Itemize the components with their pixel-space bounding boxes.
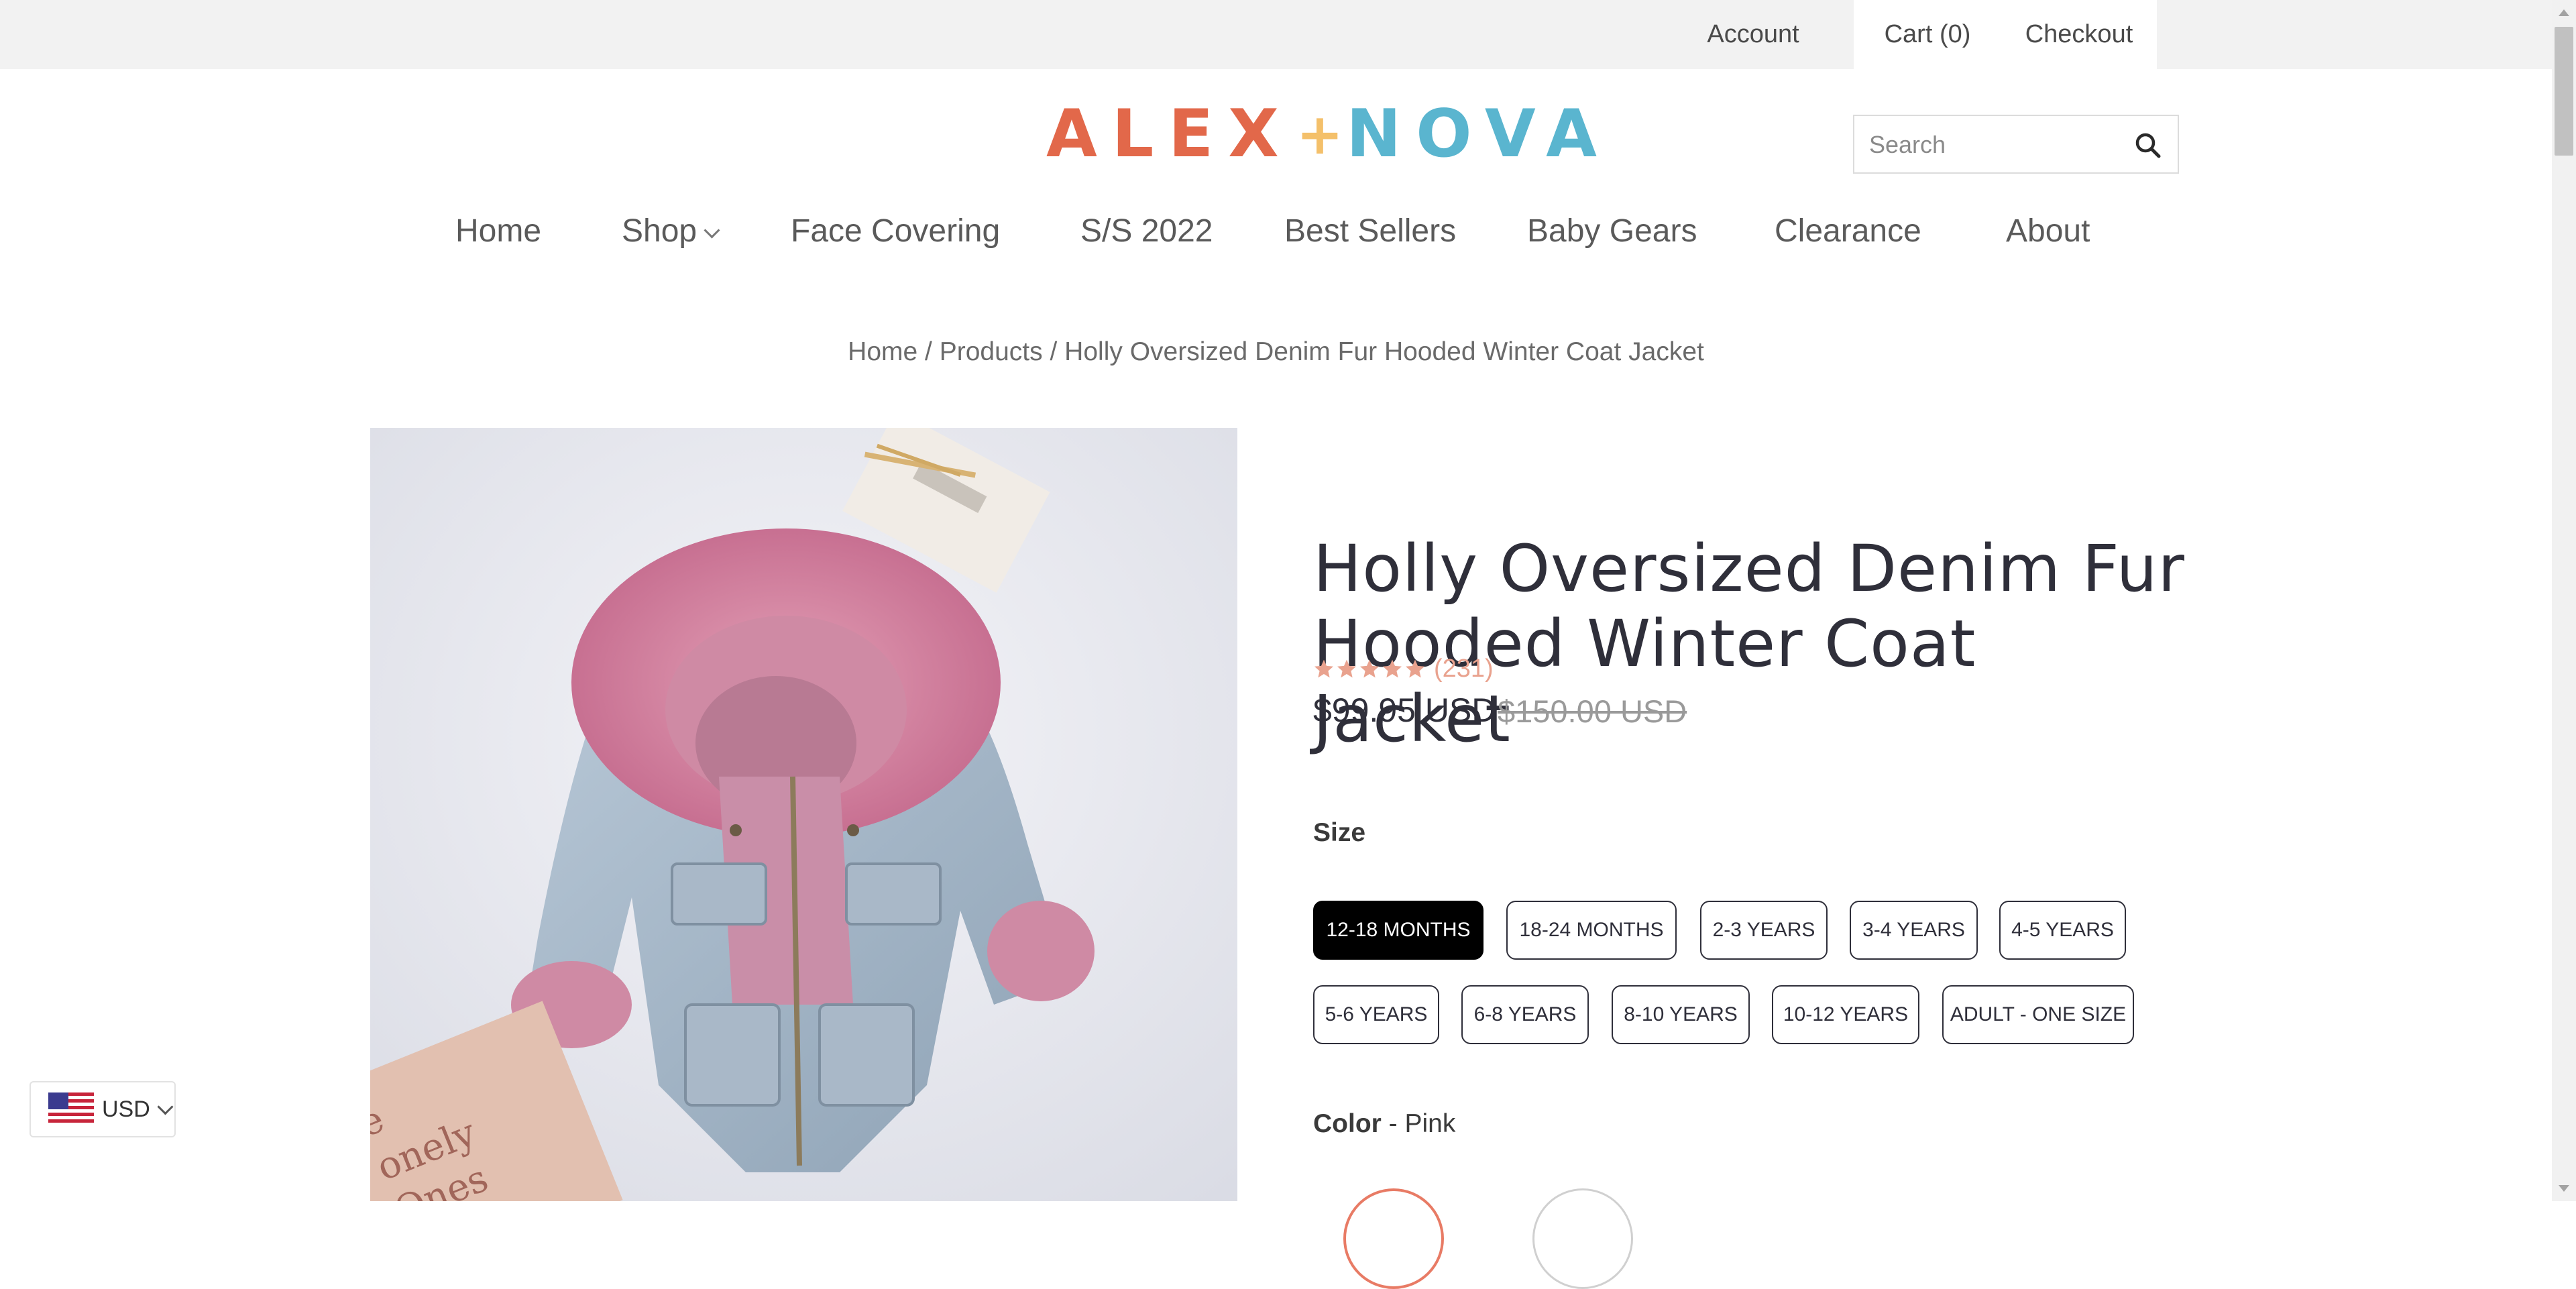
size-option-4-5-years[interactable]: 4-5 YEARS bbox=[1999, 901, 2126, 960]
star-icon bbox=[1406, 659, 1424, 678]
star-icon bbox=[1314, 659, 1333, 678]
product-photo: e onely Ones bbox=[370, 428, 1237, 1201]
search-icon[interactable] bbox=[2133, 131, 2163, 160]
breadcrumb-current: Holly Oversized Denim Fur Hooded Winter … bbox=[1064, 337, 1704, 366]
chevron-down-icon bbox=[157, 1098, 174, 1115]
chevron-down-icon bbox=[704, 222, 720, 239]
scrollbar-thumb[interactable] bbox=[2555, 27, 2573, 156]
star-icon bbox=[1337, 659, 1356, 678]
nav-item-about[interactable]: About bbox=[2006, 201, 2090, 262]
breadcrumb-separator: / bbox=[925, 337, 932, 366]
size-option-12-18-months[interactable]: 12-18 MONTHS bbox=[1313, 901, 1483, 960]
cart-link[interactable]: Cart (0) bbox=[1854, 0, 2001, 69]
main-nav: Home Shop Face Covering S/S 2022 Best Se… bbox=[0, 201, 2552, 262]
breadcrumb: Home / Products / Holly Oversized Denim … bbox=[0, 337, 2552, 367]
nav-item-face-covering[interactable]: Face Covering bbox=[791, 201, 1000, 262]
nav-item-shop-label: Shop bbox=[622, 213, 697, 249]
page-scrollbar[interactable] bbox=[2552, 0, 2576, 1201]
nav-item-clearance[interactable]: Clearance bbox=[1775, 201, 1921, 262]
nav-item-shop[interactable]: Shop bbox=[622, 201, 720, 262]
size-option-10-12-years[interactable]: 10-12 YEARS bbox=[1772, 985, 1919, 1044]
color-selected-value: Pink bbox=[1404, 1109, 1456, 1138]
size-option-adult-one-size[interactable]: ADULT - ONE SIZE bbox=[1942, 985, 2134, 1044]
scroll-up-arrow-icon[interactable] bbox=[2559, 9, 2569, 16]
size-option-8-10-years[interactable]: 8-10 YEARS bbox=[1612, 985, 1750, 1044]
logo-nova: NOVA bbox=[1346, 96, 1612, 172]
color-label-separator: - bbox=[1381, 1109, 1405, 1138]
size-option-18-24-months[interactable]: 18-24 MONTHS bbox=[1506, 901, 1677, 960]
size-label: Size bbox=[1313, 818, 1366, 847]
star-icon bbox=[1383, 659, 1402, 678]
nav-item-ss-2022[interactable]: S/S 2022 bbox=[1080, 201, 1213, 262]
size-option-5-6-years[interactable]: 5-6 YEARS bbox=[1313, 985, 1439, 1044]
logo-alex: ALEX bbox=[1046, 96, 1294, 172]
color-swatch-selected[interactable] bbox=[1343, 1188, 1444, 1289]
nav-item-best-sellers[interactable]: Best Sellers bbox=[1284, 201, 1456, 262]
currency-selector[interactable]: USD bbox=[30, 1081, 176, 1137]
product-rating[interactable]: (231) bbox=[1313, 652, 1494, 685]
us-flag-icon bbox=[48, 1092, 94, 1126]
breadcrumb-separator: / bbox=[1050, 337, 1058, 366]
size-option-2-3-years[interactable]: 2-3 YEARS bbox=[1700, 901, 1828, 960]
breadcrumb-products[interactable]: Products bbox=[940, 337, 1043, 366]
size-option-6-8-years[interactable]: 6-8 YEARS bbox=[1461, 985, 1589, 1044]
size-option-3-4-years[interactable]: 3-4 YEARS bbox=[1850, 901, 1978, 960]
store-logo[interactable]: ALEX + NOVA bbox=[1046, 96, 1612, 172]
color-label: Color - Pink bbox=[1313, 1109, 1455, 1139]
account-link[interactable]: Account bbox=[1690, 0, 1816, 69]
product-image[interactable]: e onely Ones bbox=[370, 428, 1237, 1201]
logo-plus: + bbox=[1296, 101, 1344, 167]
nav-item-baby-gears[interactable]: Baby Gears bbox=[1527, 201, 1697, 262]
star-icon bbox=[1360, 659, 1379, 678]
search-input[interactable] bbox=[1868, 116, 2125, 174]
nav-item-home[interactable]: Home bbox=[455, 201, 541, 262]
search-box bbox=[1853, 115, 2179, 174]
compare-at-price: $150.00 USD bbox=[1498, 693, 1687, 729]
color-swatch[interactable] bbox=[1532, 1188, 1633, 1289]
sale-price: $99.95 USD bbox=[1313, 691, 1496, 729]
utility-bar: Account Cart (0) Checkout bbox=[0, 0, 2552, 69]
review-count[interactable]: (231) bbox=[1434, 655, 1494, 683]
color-label-title: Color bbox=[1313, 1109, 1382, 1138]
scroll-down-arrow-icon[interactable] bbox=[2559, 1185, 2569, 1192]
currency-code: USD bbox=[102, 1096, 150, 1122]
checkout-link[interactable]: Checkout bbox=[2001, 0, 2157, 69]
breadcrumb-home[interactable]: Home bbox=[848, 337, 917, 366]
